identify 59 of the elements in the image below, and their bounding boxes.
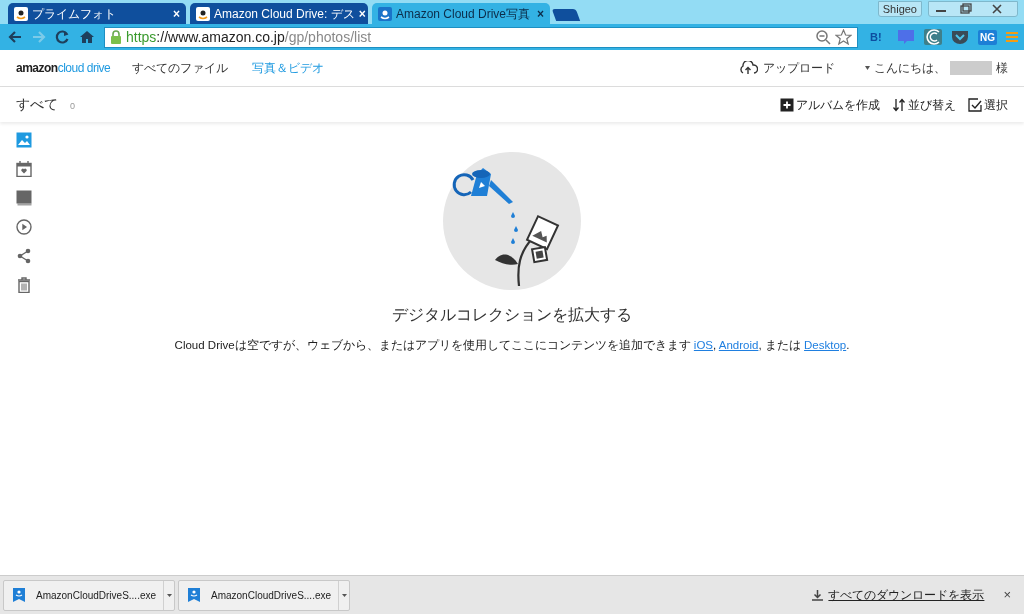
feed-icon[interactable] — [924, 29, 942, 45]
download-filename: AmazonCloudDriveS....exe — [211, 588, 332, 603]
tab-close-button[interactable]: × — [537, 4, 544, 23]
redacted-name — [950, 61, 992, 75]
browser-tab[interactable]: プライムフォト × — [8, 3, 186, 24]
greeting-text: こんにちは、 — [874, 60, 946, 77]
bookmark-star-icon[interactable] — [835, 29, 852, 45]
toolbar-action[interactable]: 選択 — [968, 95, 1008, 114]
caret-icon[interactable] — [341, 593, 347, 597]
new-tab-button[interactable] — [551, 9, 581, 21]
nav-link[interactable]: すべてのファイル — [132, 59, 229, 77]
file-icon — [12, 587, 26, 603]
show-all-downloads-link[interactable]: すべてのダウンロードを表示 — [812, 586, 985, 604]
url-text: https://www.amazon.co.jp/gp/photos/list — [126, 27, 373, 47]
browser-tab[interactable]: Amazon Cloud Drive写真 × — [372, 3, 550, 24]
home-icon[interactable] — [78, 29, 96, 45]
back-icon[interactable] — [6, 29, 24, 45]
play-icon[interactable] — [16, 219, 32, 235]
profile-button[interactable]: Shigeo — [877, 1, 922, 17]
upload-cloud-icon — [738, 61, 758, 75]
browser-tab[interactable]: Amazon Cloud Drive: デス × — [190, 3, 368, 24]
pocket-icon[interactable] — [951, 29, 969, 45]
page-title: すべて — [16, 95, 58, 114]
add-album-icon — [780, 97, 794, 112]
upload-button[interactable]: アップロード — [738, 59, 835, 77]
toolbar-action[interactable]: 並び替え — [892, 95, 956, 114]
download-icon — [812, 589, 824, 601]
item-count: 0 — [70, 99, 75, 113]
tab-title: プライムフォト — [32, 5, 117, 23]
trash-icon[interactable] — [16, 277, 32, 293]
caret-icon[interactable] — [865, 66, 870, 70]
download-item[interactable]: AmazonCloudDriveS....exe — [178, 579, 350, 611]
tab-title: Amazon Cloud Drive: デス — [214, 5, 355, 23]
tab-close-button[interactable]: × — [173, 4, 180, 23]
close-button[interactable]: × — [1003, 585, 1011, 605]
zoom-out-icon[interactable] — [815, 29, 831, 45]
image-icon[interactable] — [16, 132, 32, 148]
file-icon — [187, 587, 201, 603]
tab-title: Amazon Cloud Drive写真 — [396, 5, 532, 23]
favicon-icon — [14, 6, 28, 21]
lock-icon — [110, 30, 122, 44]
caret-icon[interactable] — [166, 593, 172, 597]
app-logo[interactable]: amazoncloud drive — [16, 59, 111, 77]
favicon-icon — [378, 6, 392, 21]
share-icon[interactable] — [16, 248, 32, 264]
checkbox-icon — [968, 97, 982, 112]
ng-button[interactable]: NG — [978, 29, 997, 45]
empty-state-heading: デジタルコレクションを拡大する — [392, 305, 632, 325]
sort-icon — [892, 97, 906, 112]
tab-close-button[interactable]: × — [358, 4, 366, 23]
calendar-icon[interactable] — [16, 161, 32, 177]
honorific-text: 様 — [996, 60, 1008, 77]
favicon-icon — [196, 6, 210, 21]
empty-state-message: Cloud Driveは空ですが、ウェブから、またはアプリを使用してここにコンテンツを追加できます iOS, Android, または Desktop. — [174, 338, 850, 353]
address-bar[interactable]: https://www.amazon.co.jp/gp/photos/list — [104, 26, 858, 48]
download-item[interactable]: AmazonCloudDriveS....exe — [3, 579, 175, 611]
book-icon[interactable] — [16, 190, 32, 206]
toolbar-action[interactable]: アルバムを作成 — [780, 95, 880, 114]
download-filename: AmazonCloudDriveS....exe — [36, 588, 157, 603]
